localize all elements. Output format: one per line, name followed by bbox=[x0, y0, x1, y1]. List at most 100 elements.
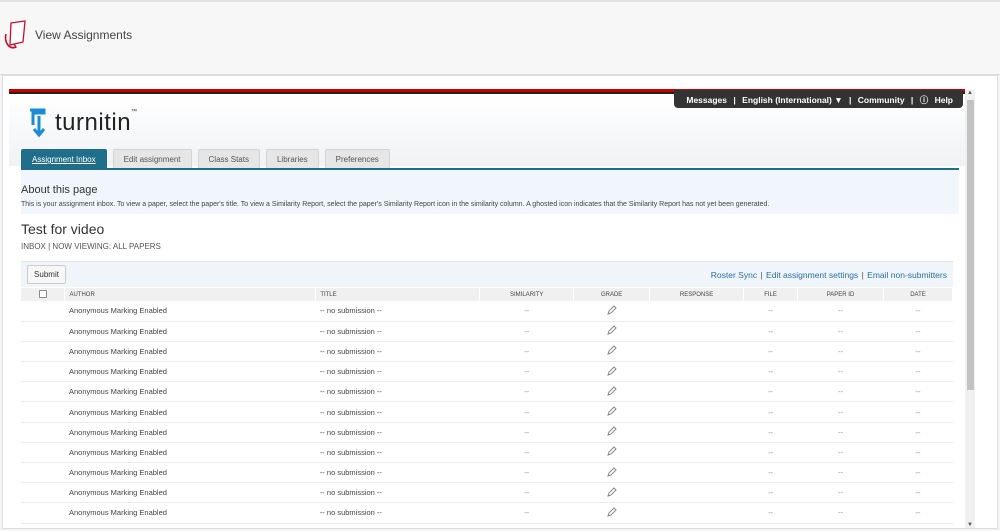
response-cell bbox=[650, 442, 744, 462]
grade-pencil-icon[interactable] bbox=[606, 325, 617, 337]
grade-pencil-icon[interactable] bbox=[606, 426, 617, 438]
select-all-checkbox[interactable] bbox=[38, 289, 47, 298]
grade-pencil-icon[interactable] bbox=[606, 345, 617, 357]
submit-button[interactable]: Submit bbox=[27, 265, 66, 284]
response-cell bbox=[650, 301, 744, 321]
file-column-header[interactable]: File bbox=[743, 288, 799, 301]
tab-libraries[interactable]: Libraries bbox=[265, 149, 319, 168]
title-cell[interactable]: -- no submission -- bbox=[316, 402, 480, 422]
author-cell: Anonymous Marking Enabled bbox=[68, 488, 167, 498]
inbox-table-body: Anonymous Marking Enabled -- no submissio… bbox=[21, 301, 953, 524]
tab-preferences[interactable]: Preferences bbox=[324, 149, 390, 168]
response-cell bbox=[650, 321, 744, 341]
row-checkbox-cell bbox=[21, 321, 65, 341]
inbox-content: About this page This is your assignment … bbox=[21, 170, 959, 528]
assignment-title: Test for video bbox=[21, 221, 105, 237]
grade-pencil-icon[interactable] bbox=[606, 305, 617, 317]
link-separator: | bbox=[861, 270, 864, 280]
author-cell: Anonymous Marking Enabled bbox=[68, 447, 167, 457]
file-cell: -- bbox=[768, 387, 774, 397]
table-row: Anonymous Marking Enabled -- no submissio… bbox=[21, 341, 953, 362]
vertical-scrollbar[interactable]: ▲ ▼ bbox=[965, 90, 975, 528]
file-cell: -- bbox=[768, 468, 774, 478]
paper-id-cell: -- bbox=[838, 407, 844, 417]
tab-assignment-inbox[interactable]: Assignment Inbox bbox=[21, 149, 107, 168]
similarity-column-header[interactable]: Similarity bbox=[479, 288, 575, 301]
grade-cell bbox=[574, 503, 650, 523]
title-cell[interactable]: -- no submission -- bbox=[316, 321, 480, 341]
table-row: Anonymous Marking Enabled -- no submissio… bbox=[21, 301, 953, 322]
grade-pencil-icon[interactable] bbox=[606, 446, 617, 458]
grade-pencil-icon[interactable] bbox=[606, 365, 617, 378]
author-cell: Anonymous Marking Enabled bbox=[68, 407, 167, 417]
turnitin-logo[interactable]: turnitin™ bbox=[27, 106, 138, 140]
app-header: View Assignments bbox=[0, 0, 1000, 75]
file-cell: -- bbox=[768, 427, 774, 437]
title-cell[interactable]: -- no submission -- bbox=[316, 503, 480, 523]
utility-separator: | bbox=[910, 95, 914, 105]
title-column-header[interactable]: Title bbox=[315, 288, 481, 301]
paper-id-column-header[interactable]: Paper ID bbox=[797, 288, 884, 301]
similarity-cell: -- bbox=[524, 488, 530, 498]
paper-id-cell: -- bbox=[838, 468, 844, 478]
title-cell[interactable]: -- no submission -- bbox=[316, 362, 480, 382]
grade-column-header[interactable]: Grade bbox=[573, 288, 651, 301]
grade-pencil-icon[interactable] bbox=[606, 507, 617, 519]
about-text: This is your assignment inbox. To view a… bbox=[21, 201, 770, 208]
grade-pencil-icon[interactable] bbox=[606, 386, 617, 398]
messages-link[interactable]: Messages bbox=[686, 95, 727, 105]
roster-sync-link[interactable]: Roster Sync bbox=[711, 270, 757, 280]
title-cell[interactable]: -- no submission -- bbox=[316, 341, 480, 361]
title-cell[interactable]: -- no submission -- bbox=[316, 442, 480, 462]
table-row: Anonymous Marking Enabled -- no submissio… bbox=[21, 463, 953, 483]
title-cell[interactable]: -- no submission -- bbox=[316, 382, 480, 402]
grade-pencil-icon[interactable] bbox=[606, 487, 617, 499]
similarity-cell: -- bbox=[524, 407, 530, 417]
row-checkbox-cell bbox=[21, 382, 65, 402]
author-column-header[interactable]: Author bbox=[64, 288, 317, 301]
file-cell: -- bbox=[768, 488, 774, 498]
row-checkbox-cell bbox=[21, 483, 65, 503]
edit-settings-link[interactable]: Edit assignment settings bbox=[766, 270, 858, 280]
title-cell[interactable]: -- no submission -- bbox=[316, 483, 480, 503]
row-checkbox-cell bbox=[21, 402, 65, 422]
paper-id-cell: -- bbox=[838, 367, 844, 377]
row-checkbox-cell bbox=[21, 503, 65, 523]
author-cell: Anonymous Marking Enabled bbox=[68, 427, 167, 437]
title-cell[interactable]: -- no submission -- bbox=[316, 422, 480, 442]
title-cell[interactable]: -- no submission -- bbox=[316, 463, 480, 483]
date-cell: -- bbox=[915, 447, 921, 457]
email-non-submitters-link[interactable]: Email non-submitters bbox=[867, 270, 947, 280]
response-column-header[interactable]: Response bbox=[649, 288, 745, 301]
file-cell: -- bbox=[768, 447, 774, 457]
scroll-down-icon[interactable]: ▼ bbox=[966, 522, 974, 528]
response-cell bbox=[650, 483, 744, 503]
date-cell: -- bbox=[915, 427, 921, 437]
tab-class-stats[interactable]: Class Stats bbox=[197, 149, 260, 168]
scroll-up-icon[interactable]: ▲ bbox=[966, 90, 974, 96]
response-cell bbox=[650, 503, 744, 523]
title-cell[interactable]: -- no submission -- bbox=[316, 301, 480, 321]
tab-edit-assignment[interactable]: Edit assignment bbox=[112, 149, 192, 168]
toolbar-links: Roster Sync | Edit assignment settings |… bbox=[711, 270, 947, 280]
language-dropdown[interactable]: English (International) ▼ bbox=[742, 95, 843, 105]
paper-id-cell: -- bbox=[838, 508, 844, 518]
community-link[interactable]: Community bbox=[858, 95, 905, 105]
date-cell: -- bbox=[915, 367, 921, 377]
grade-pencil-icon[interactable] bbox=[606, 406, 617, 418]
help-icon[interactable]: ⓘ bbox=[920, 95, 929, 105]
grade-cell bbox=[574, 402, 650, 422]
grade-pencil-icon[interactable] bbox=[606, 466, 617, 479]
author-cell: Anonymous Marking Enabled bbox=[68, 346, 167, 356]
help-link[interactable]: Help bbox=[935, 95, 953, 105]
similarity-cell: -- bbox=[524, 306, 530, 316]
row-checkbox-cell bbox=[21, 301, 65, 321]
paper-id-cell: -- bbox=[838, 346, 844, 356]
inbox-table: Author Title Similarity Grade Response F… bbox=[21, 288, 953, 524]
tab-bar: Assignment Inbox Edit assignment Class S… bbox=[21, 149, 396, 169]
author-cell: Anonymous Marking Enabled bbox=[68, 367, 167, 377]
row-checkbox-cell bbox=[21, 362, 65, 382]
scroll-thumb[interactable] bbox=[967, 100, 974, 390]
date-column-header[interactable]: Date bbox=[883, 288, 953, 301]
table-row: Anonymous Marking Enabled -- no submissio… bbox=[21, 321, 953, 342]
